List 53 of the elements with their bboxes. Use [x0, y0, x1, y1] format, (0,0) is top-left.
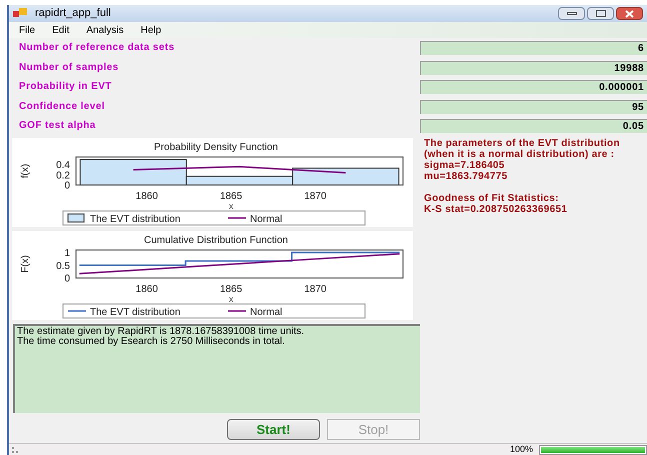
action-button[interactable]: Start! [227, 419, 320, 440]
legend-line [68, 310, 86, 312]
progress-percent: 100% [510, 442, 533, 455]
x-tick-label: 1860 [136, 191, 158, 202]
chart-title: Probability Density Function [154, 142, 278, 153]
x-tick-label: 1865 [220, 284, 242, 295]
y-tick-label: 0 [64, 274, 70, 284]
grip-icon [11, 446, 19, 454]
y-tick-label: 1 [64, 248, 70, 260]
close-icon [625, 10, 634, 18]
menu-item[interactable]: Edit [52, 22, 70, 38]
x-axis-label: x [228, 201, 234, 211]
menu-item[interactable]: Help [140, 22, 162, 38]
y-tick-label: 0.2 [56, 170, 70, 182]
legend-line [228, 310, 246, 312]
legend-label: Normal [250, 307, 282, 318]
parameter-label: GOF test alpha [19, 119, 96, 134]
parameter-label: Number of samples [19, 60, 119, 75]
legend-label: The EVT distribution [90, 307, 180, 318]
minimize-button[interactable] [558, 7, 585, 20]
x-tick-label: 1865 [220, 191, 242, 202]
parameter-label: Confidence level [19, 100, 105, 114]
parameter-label: Probability in EVT [19, 80, 112, 94]
minimize-icon [566, 12, 576, 15]
chart-title: Cumulative Distribution Function [144, 235, 288, 246]
menu-item[interactable]: Analysis [86, 22, 124, 38]
maximize-button[interactable] [587, 7, 614, 20]
y-axis-label: F(x) [20, 255, 31, 273]
parameter-label: Number of reference data sets [19, 41, 175, 55]
value-field[interactable]: 6 [420, 41, 647, 55]
y-tick-label: 0 [64, 180, 70, 192]
results-text: The parameters of the EVT distribution (when it is a normal distribution) are : sigma=7.186405 mu=1863.794775 Goodness of Fit Statistics: K-S stat=0.208750263369651 [423, 138, 621, 215]
value-field[interactable]: 95 [420, 100, 647, 114]
menu-item[interactable]: File [19, 22, 36, 38]
y-tick-label: 0.4 [56, 160, 70, 172]
value-field[interactable]: 19988 [420, 60, 647, 75]
x-tick-label: 1870 [304, 284, 326, 295]
value-field[interactable]: 0.000001 [420, 80, 647, 94]
x-tick-label: 1860 [136, 284, 158, 295]
y-axis-label: f(x) [20, 164, 31, 178]
legend-swatch [68, 214, 84, 222]
maximize-icon [596, 10, 606, 17]
value-field[interactable]: 0.05 [420, 119, 647, 134]
x-axis-label: x [228, 294, 234, 304]
y-tick-label: 0.5 [56, 260, 70, 272]
app-icon [13, 8, 27, 19]
output-log[interactable]: The estimate given by RapidRT is 1878.16758391008 time units. The time consumed by Esearch is 2750 Milliseconds in total. [13, 324, 420, 413]
legend-label: Normal [250, 214, 282, 225]
legend-label: The EVT distribution [90, 214, 180, 225]
window-title: rapidrt_app_full [35, 6, 111, 22]
close-button[interactable] [616, 7, 643, 20]
legend-line [228, 217, 246, 219]
x-tick-label: 1870 [304, 191, 326, 202]
